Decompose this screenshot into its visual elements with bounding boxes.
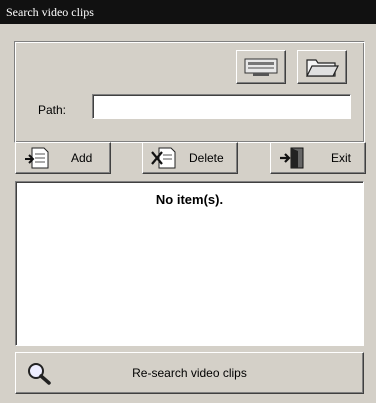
- empty-list-message: No item(s).: [155, 192, 224, 207]
- delete-label: Delete: [189, 151, 224, 165]
- add-label: Add: [71, 151, 93, 165]
- search-dialog: Path: Add Delete Exit No item(s). Re-sea…: [4, 26, 372, 401]
- add-button[interactable]: Add: [15, 142, 111, 174]
- path-label: Path:: [38, 103, 67, 117]
- drive-icon: [244, 58, 278, 76]
- folder-icon: [306, 59, 339, 77]
- device-button[interactable]: [236, 50, 286, 84]
- research-label: Re-search video clips: [132, 366, 247, 380]
- browse-folder-button[interactable]: [297, 50, 347, 84]
- delete-document-icon: [151, 147, 176, 169]
- delete-button[interactable]: Delete: [142, 142, 238, 174]
- research-video-clips-button[interactable]: Re-search video clips: [15, 352, 364, 394]
- add-document-icon: [25, 147, 49, 169]
- exit-door-icon: [280, 147, 304, 169]
- exit-label: Exit: [331, 151, 352, 165]
- path-input[interactable]: [92, 94, 351, 119]
- window-title: Search video clips: [0, 0, 376, 24]
- video-clip-list[interactable]: No item(s).: [15, 181, 364, 346]
- exit-button[interactable]: Exit: [270, 142, 366, 174]
